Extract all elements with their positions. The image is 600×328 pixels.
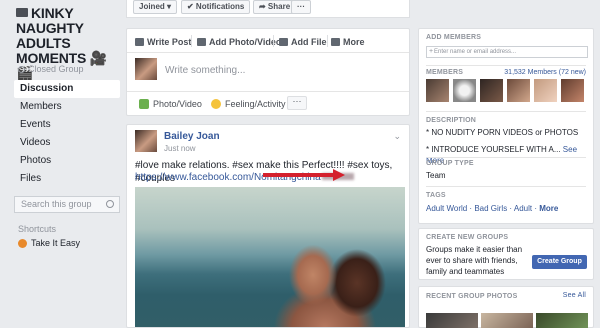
file-icon (279, 38, 288, 46)
divider (273, 35, 274, 47)
nav-item-photos[interactable]: Photos (14, 152, 120, 170)
recent-photos-heading: RECENT GROUP PHOTOS (426, 293, 518, 300)
write-post-label: Write Post (147, 37, 192, 47)
shortcut-label: Take It Easy (31, 238, 81, 248)
shortcut-take-it-easy[interactable]: Take It Easy (18, 238, 80, 248)
feeling-activity-button[interactable]: Feeling/Activity (211, 96, 286, 112)
member-avatar[interactable] (507, 79, 530, 102)
notifications-button[interactable]: ✔ Notifications (181, 0, 251, 14)
tags-more-link[interactable]: More (539, 204, 558, 213)
divider (426, 186, 586, 187)
member-avatar[interactable] (426, 79, 449, 102)
member-avatar[interactable] (561, 79, 584, 102)
member-avatar[interactable] (534, 79, 557, 102)
arrow-head (333, 169, 345, 181)
photo-icon (197, 38, 206, 46)
description-heading: DESCRIPTION (426, 117, 477, 124)
smiley-icon (211, 99, 221, 109)
search-icon (106, 200, 114, 208)
author-avatar[interactable] (135, 130, 157, 152)
more-tab[interactable]: More (331, 37, 365, 47)
divider (426, 65, 586, 66)
group-action-bar: Joined ▾ ✔ Notifications ➦ Share ··· (126, 0, 410, 18)
composer-more-button[interactable]: ··· (287, 96, 307, 110)
group-search-input[interactable]: Search this group (14, 196, 120, 213)
nav-item-files[interactable]: Files (14, 170, 120, 188)
post-timestamp[interactable]: Just now (164, 144, 196, 153)
feed-post: Bailey Joan Just now ⌄ #love make relati… (126, 124, 410, 328)
add-photo-video-label: Add Photo/Video (209, 37, 282, 47)
privacy-label: Closed Group (18, 64, 84, 74)
composer-input[interactable]: Write something... (165, 65, 245, 76)
create-group-card: CREATE NEW GROUPS Groups make it easier … (418, 228, 594, 280)
tags-list: Adult World · Bad Girls · Adult · More (426, 203, 558, 214)
divider (327, 35, 328, 47)
recent-photo[interactable] (481, 313, 533, 328)
group-nav: Discussion Members Events Videos Photos … (14, 80, 120, 188)
feeling-activity-label: Feeling/Activity (225, 99, 286, 109)
create-groups-heading: CREATE NEW GROUPS (426, 234, 509, 241)
description-line: * NO NUDITY PORN VIDEOS or PHOTOS (426, 128, 579, 137)
post-photo[interactable] (135, 187, 405, 327)
share-button[interactable]: ➦ Share (253, 0, 297, 14)
description-text: * INTRODUCE YOURSELF WITH A... (426, 145, 561, 154)
joined-button[interactable]: Joined ▾ (133, 0, 178, 14)
post-composer: Write Post Add Photo/Video Add File More… (126, 28, 410, 116)
create-groups-text: Groups make it easier than ever to share… (426, 245, 523, 276)
photo-video-button[interactable]: Photo/Video (139, 96, 202, 112)
shortcuts-heading: Shortcuts (18, 224, 57, 234)
members-count-link[interactable]: 31,532 Members (72 new) (504, 69, 586, 76)
group-icon (16, 8, 28, 17)
member-avatar[interactable] (453, 79, 476, 102)
write-post-tab[interactable]: Write Post (135, 37, 191, 47)
add-members-heading: ADD MEMBERS (426, 34, 482, 41)
pencil-icon (135, 38, 144, 46)
photo-video-label: Photo/Video (153, 99, 202, 109)
globe-icon (18, 66, 25, 73)
add-members-input[interactable]: + Enter name or email address... (426, 46, 588, 58)
tags-heading: TAGS (426, 192, 446, 199)
nav-item-events[interactable]: Events (14, 116, 120, 134)
recent-photos-card: RECENT GROUP PHOTOS See All (418, 286, 594, 328)
divider (127, 91, 409, 92)
plus-icon: + (429, 48, 434, 55)
more-icon (331, 38, 340, 46)
member-avatar[interactable] (480, 79, 503, 102)
nav-item-members[interactable]: Members (14, 98, 120, 116)
arrow-shaft (263, 173, 335, 177)
more-label: More (343, 37, 365, 47)
group-type-heading: GROUP TYPE (426, 160, 474, 167)
add-photo-video-tab[interactable]: Add Photo/Video (197, 37, 281, 47)
divider (426, 111, 586, 112)
more-actions-button[interactable]: ··· (291, 0, 311, 14)
nav-item-videos[interactable]: Videos (14, 134, 120, 152)
divider (127, 52, 409, 53)
add-file-label: Add File (291, 37, 327, 47)
shortcut-icon (18, 239, 27, 248)
group-type-value: Team (426, 171, 446, 180)
member-thumbnails (426, 79, 588, 103)
photo-icon (139, 99, 149, 109)
group-info-card: ADD MEMBERS + Enter name or email address… (418, 28, 594, 224)
see-all-link[interactable]: See All (563, 292, 586, 299)
divider (191, 35, 192, 47)
chevron-down-icon[interactable]: ⌄ (393, 131, 401, 142)
avatar (135, 58, 157, 80)
add-members-placeholder: Enter name or email address... (434, 49, 517, 55)
members-heading: MEMBERS (426, 69, 464, 76)
tags-links[interactable]: Adult World · Bad Girls · Adult · (426, 204, 537, 213)
left-column: KINKY NAUGHTY ADULTS MOMENTS 🎥🎬 Closed G… (0, 0, 126, 328)
author-name[interactable]: Bailey Joan (164, 131, 220, 142)
recent-photo[interactable] (426, 313, 478, 328)
create-group-button[interactable]: Create Group (532, 255, 587, 269)
group-search-placeholder: Search this group (21, 199, 92, 209)
recent-photo[interactable] (536, 313, 588, 328)
divider (426, 157, 586, 158)
red-arrow-annotation (263, 169, 345, 181)
nav-item-discussion[interactable]: Discussion (14, 80, 120, 98)
privacy-text: Closed Group (28, 64, 84, 74)
add-file-tab[interactable]: Add File (279, 37, 327, 47)
